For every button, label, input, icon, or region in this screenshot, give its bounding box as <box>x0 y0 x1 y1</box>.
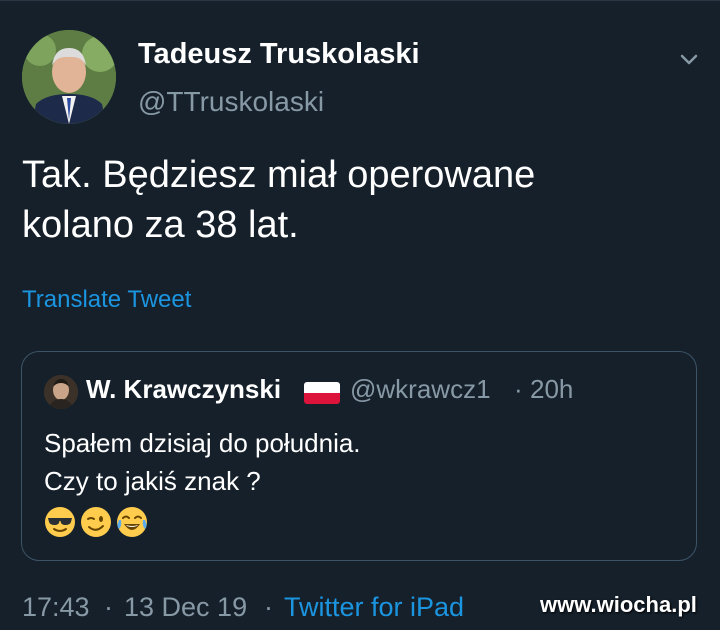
quoted-profile-photo-icon <box>44 375 78 409</box>
profile-photo-icon <box>22 30 116 124</box>
quoted-text-line: Czy to jakiś znak ? <box>44 466 261 496</box>
quoted-author-handle: @wkrawcz1 <box>350 374 491 404</box>
quoted-author-display-name: W. Krawczynski <box>86 374 282 404</box>
separator-dot: · <box>104 592 113 622</box>
tweet-source-link[interactable]: Twitter for iPad <box>284 592 464 623</box>
author-display-name[interactable]: Tadeusz Truskolaski <box>138 38 420 71</box>
tweet-text-line: Tak. Będziesz miał operowane <box>22 154 536 196</box>
tweet-text-line: kolano za 38 lat. <box>22 204 299 246</box>
separator-dot: · <box>514 374 523 404</box>
winking-emoji-icon <box>80 506 112 538</box>
quoted-tweet-text: Spałem dzisiaj do południa. Czy to jakiś… <box>44 424 361 500</box>
poland-flag-icon <box>304 382 340 404</box>
top-divider <box>0 0 720 1</box>
tears-of-joy-emoji-icon <box>116 506 148 538</box>
sunglasses-emoji-icon <box>44 506 76 538</box>
tweet-time[interactable]: 17:43 <box>22 592 90 623</box>
author-avatar[interactable] <box>22 30 116 124</box>
tweet-text: Tak. Będziesz miał operowane kolano za 3… <box>22 150 692 250</box>
quoted-tweet-card[interactable]: W. Krawczynski @wkrawcz1 · 20h Spałem dz… <box>21 351 697 561</box>
author-handle[interactable]: @TTruskolaski <box>138 86 324 118</box>
quoted-author-avatar <box>44 375 78 409</box>
separator-dot: · <box>264 592 273 622</box>
quoted-text-line: Spałem dzisiaj do południa. <box>44 428 361 458</box>
chevron-down-icon[interactable] <box>674 44 704 74</box>
translate-tweet-link[interactable]: Translate Tweet <box>22 286 191 314</box>
watermark: www.wiocha.pl <box>540 592 697 617</box>
quoted-timestamp: 20h <box>530 374 574 404</box>
tweet-date[interactable]: 13 Dec 19 <box>124 592 247 623</box>
